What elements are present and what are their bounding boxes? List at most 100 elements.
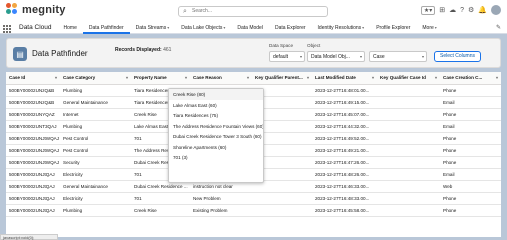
table-cell: [252, 204, 312, 217]
table-cell: [377, 84, 440, 97]
table-cell: Internet: [60, 108, 131, 121]
table-cell: 500BY00002UNJtWQAJ: [6, 144, 60, 157]
table-cell: Phone: [440, 156, 501, 169]
property-filter-dropdown: Creek Rise (80) Lake Almas East (60) Tiara…: [168, 88, 264, 183]
column-header-label: Case Creation C...: [443, 75, 483, 81]
table-cell: 500BY00002UNT3QAJ: [6, 120, 60, 133]
nav-tab-3[interactable]: Data Lake Objects▾: [175, 22, 231, 34]
nav-tab-0[interactable]: Home: [58, 22, 83, 34]
nav-tab-1[interactable]: Data Pathfinder: [82, 22, 130, 34]
global-search[interactable]: ⌕: [178, 6, 328, 17]
dropdown-option[interactable]: Tiara Residences (75): [169, 110, 263, 121]
pathfinder-header: ▤ Data Pathfinder Records Displayed: 461…: [6, 38, 501, 68]
table-cell: 701: [131, 192, 190, 205]
nav-tab-2[interactable]: Data Streams▾: [130, 22, 176, 34]
table-cell: 2023-12-27T16:45:07.00...: [312, 108, 377, 121]
table-cell: [377, 120, 440, 133]
setup-gear-icon[interactable]: ⚙: [468, 6, 474, 14]
help-icon[interactable]: ?: [460, 7, 464, 14]
column-header-label: Case Category: [63, 75, 96, 81]
chevron-down-icon[interactable]: ▾: [223, 25, 225, 30]
column-menu-chevron-icon[interactable]: ▾: [496, 75, 498, 80]
table-cell: [377, 132, 440, 145]
nav-tab-4[interactable]: Data Model: [231, 22, 269, 34]
table-cell: 2023-12-27T16:49:15.00...: [312, 96, 377, 109]
nav-tabs: Home Data Pathfinder Data Streams▾ Data Lak…: [58, 22, 443, 34]
add-icon[interactable]: ⊞: [439, 6, 445, 14]
table-cell: General Maintainance: [60, 180, 131, 193]
nav-tab-label: Data Lake Objects: [181, 24, 223, 31]
table-cell: Pest Control: [60, 132, 131, 145]
column-header[interactable]: Case Creation C... ▾: [440, 72, 501, 85]
table-cell: [377, 144, 440, 157]
nav-tab-8[interactable]: More▾: [416, 22, 442, 34]
brand-logo[interactable]: megnity: [6, 3, 66, 17]
nav-tab-7[interactable]: Profile Explorer: [370, 22, 416, 34]
chevron-down-icon[interactable]: ▾: [435, 25, 437, 30]
avatar[interactable]: [491, 5, 501, 15]
table-header-row: Case Id ▾ Case Category ▾ Property Name ▾ Case…: [6, 72, 501, 85]
notifications-bell-icon[interactable]: 🔔: [478, 6, 487, 14]
edit-nav-pencil-icon[interactable]: ✎: [496, 24, 501, 31]
table-cell: New Problem: [190, 192, 252, 205]
table-cell: General Maintainance: [60, 96, 131, 109]
column-menu-chevron-icon[interactable]: ▾: [372, 75, 374, 80]
nav-tab-6[interactable]: Identity Resolutions▾: [312, 22, 371, 34]
table-row[interactable]: 500BY00002UNJtQAJElectricity701New Probl…: [6, 192, 501, 205]
dropdown-option[interactable]: 701 (3): [169, 152, 263, 163]
search-input[interactable]: [192, 8, 322, 14]
case-value: Case: [373, 54, 385, 60]
table-cell: 500BY00002UNzQ&B: [6, 84, 60, 97]
table-cell: 500BY00002UNJtWQAJ: [6, 156, 60, 169]
table-cell: Phone: [440, 84, 501, 97]
favorites-icon[interactable]: ★▾: [420, 5, 436, 15]
guidance-icon[interactable]: ☁: [449, 6, 456, 14]
table-row[interactable]: 500BY00002UNJtQAJ Plumbing Creek Rise Exist…: [6, 204, 501, 217]
dropdown-option[interactable]: Creek Rise (80): [169, 89, 263, 100]
column-header[interactable]: Case Category ▾: [60, 72, 131, 85]
table-cell: Plumbing: [60, 204, 131, 217]
logo-icon: [6, 3, 20, 17]
column-header[interactable]: Key Qualifier Parent... ▾: [252, 72, 312, 85]
dropdown-option[interactable]: Shoreline Apartments (60): [169, 142, 263, 153]
column-header[interactable]: Case Id ▾: [6, 72, 60, 85]
dropdown-option[interactable]: The Address Residence Fountain Views (60…: [169, 121, 263, 132]
table-cell: 500BY00002UNJtQAJ: [6, 204, 60, 217]
table-cell: 500BY00002UNJtQAJ: [6, 168, 60, 181]
table-cell: Security: [60, 156, 131, 169]
chevron-down-icon[interactable]: ▾: [362, 25, 364, 30]
utility-bar: ★▾ ⊞ ☁ ? ⚙ 🔔: [420, 5, 501, 15]
column-header[interactable]: Case Reason ▾: [190, 72, 252, 85]
table-cell: Creek Rise: [131, 204, 190, 217]
data-space-select[interactable]: default ▾: [269, 51, 305, 62]
table-cell: Existing Problem: [190, 204, 252, 217]
column-menu-chevron-icon[interactable]: ▾: [435, 75, 437, 80]
column-header-label: Key Qualifier Case Id: [380, 75, 426, 81]
nav-tab-label: Data Streams: [135, 24, 167, 31]
column-menu-chevron-icon[interactable]: ▾: [185, 75, 187, 80]
dropdown-option[interactable]: Dubai Creek Residence Tower 3 South (60): [169, 131, 263, 142]
object-select[interactable]: Data Model Obj... ▾: [307, 51, 365, 62]
chevron-down-icon[interactable]: ▾: [167, 25, 169, 30]
column-menu-chevron-icon[interactable]: ▾: [126, 75, 128, 80]
table-cell: Email: [440, 96, 501, 109]
column-header-label: Case Id: [9, 75, 26, 81]
column-header[interactable]: Last Modified Date ▾: [312, 72, 377, 85]
search-icon: ⌕: [183, 8, 187, 15]
table-cell: Electricity: [60, 168, 131, 181]
app-launcher-icon[interactable]: [3, 23, 15, 33]
table-cell: Email: [440, 120, 501, 133]
column-menu-chevron-icon[interactable]: ▾: [307, 75, 309, 80]
column-header[interactable]: Key Qualifier Case Id ▾: [377, 72, 440, 85]
column-header[interactable]: Property Name ▾: [131, 72, 190, 85]
select-columns-button[interactable]: Select Columns: [434, 51, 481, 62]
table-cell: [377, 204, 440, 217]
nav-tab-5[interactable]: Data Explorer: [269, 22, 312, 34]
column-menu-chevron-icon[interactable]: ▾: [247, 75, 249, 80]
case-select[interactable]: Case ▾: [369, 51, 427, 62]
records-displayed: Records Displayed: 461: [115, 47, 171, 53]
column-header-label: Last Modified Date: [315, 75, 356, 81]
chevron-down-icon: ▾: [359, 54, 362, 59]
dropdown-option[interactable]: Lake Almas East (60): [169, 100, 263, 111]
column-menu-chevron-icon[interactable]: ▾: [55, 75, 57, 80]
